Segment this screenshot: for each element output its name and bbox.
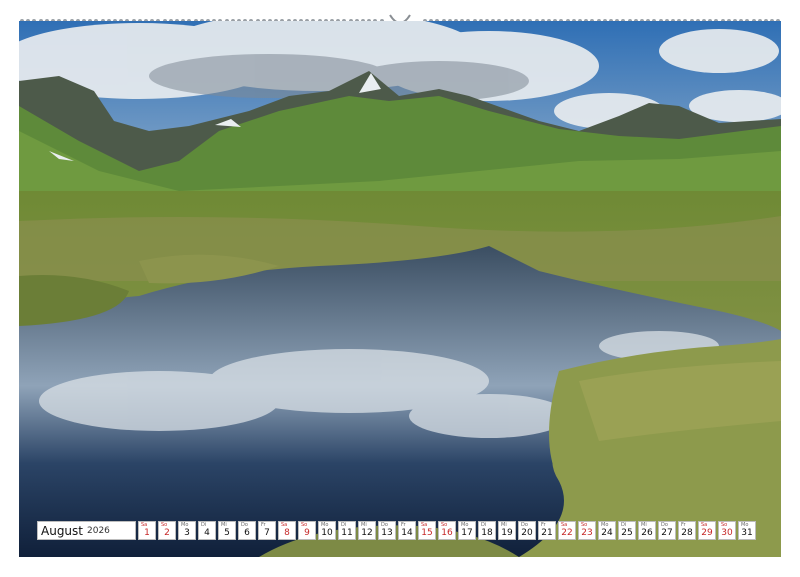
day-cells: Sa 1 So 2 Mo 3 Di 4 Mi 5 Do 6 Fr 7 Sa 8 So 9 Mo 10 Di 11 Mi 12 D… — [138, 521, 756, 540]
day-number: 2 — [164, 528, 170, 538]
day-number: 8 — [284, 528, 290, 538]
day-number: 9 — [304, 528, 310, 538]
day-cell: Do 20 — [518, 521, 536, 540]
day-number: 28 — [681, 528, 693, 538]
day-cell: Do 27 — [658, 521, 676, 540]
day-number: 14 — [401, 528, 413, 538]
day-cell: Fr 7 — [258, 521, 276, 540]
day-number: 22 — [561, 528, 573, 538]
day-number: 15 — [421, 528, 433, 538]
day-number: 26 — [641, 528, 653, 538]
day-number: 18 — [481, 528, 493, 538]
day-cell: Mi 26 — [638, 521, 656, 540]
day-cell: Di 18 — [478, 521, 496, 540]
day-cell: Do 13 — [378, 521, 396, 540]
day-cell: Sa 29 — [698, 521, 716, 540]
day-number: 4 — [204, 528, 210, 538]
day-cell: So 16 — [438, 521, 456, 540]
day-number: 11 — [341, 528, 353, 538]
day-cell: Fr 28 — [678, 521, 696, 540]
day-number: 24 — [601, 528, 613, 538]
day-cell: Mo 17 — [458, 521, 476, 540]
day-cell: Sa 1 — [138, 521, 156, 540]
month-calendar-bar: August 2026 Sa 1 So 2 Mo 3 Di 4 Mi 5 Do 6 Fr 7 Sa 8 So 9 M… — [37, 521, 763, 540]
day-number: 20 — [521, 528, 533, 538]
day-cell: Di 25 — [618, 521, 636, 540]
day-cell: So 2 — [158, 521, 176, 540]
day-number: 10 — [321, 528, 333, 538]
day-cell: Mi 12 — [358, 521, 376, 540]
day-number: 21 — [541, 528, 553, 538]
day-cell: So 9 — [298, 521, 316, 540]
alpine-lake-landscape — [19, 21, 781, 557]
day-number: 25 — [621, 528, 633, 538]
day-number: 19 — [501, 528, 513, 538]
day-number: 31 — [741, 528, 753, 538]
day-cell: Mi 5 — [218, 521, 236, 540]
day-number: 3 — [184, 528, 190, 538]
day-cell: Mo 3 — [178, 521, 196, 540]
day-cell: Di 11 — [338, 521, 356, 540]
day-cell: Mo 31 — [738, 521, 756, 540]
day-cell: Mo 10 — [318, 521, 336, 540]
day-cell: Sa 15 — [418, 521, 436, 540]
day-number: 23 — [581, 528, 593, 538]
day-number: 16 — [441, 528, 453, 538]
day-number: 29 — [701, 528, 713, 538]
day-cell: Fr 21 — [538, 521, 556, 540]
day-cell: Mo 24 — [598, 521, 616, 540]
day-cell: So 23 — [578, 521, 596, 540]
day-number: 13 — [381, 528, 393, 538]
month-label: August 2026 — [37, 521, 136, 540]
day-cell: Sa 8 — [278, 521, 296, 540]
day-number: 12 — [361, 528, 373, 538]
day-cell: Fr 14 — [398, 521, 416, 540]
day-number: 5 — [224, 528, 230, 538]
year-label: 2026 — [87, 525, 110, 536]
day-cell: Do 6 — [238, 521, 256, 540]
day-cell: So 30 — [718, 521, 736, 540]
day-number: 1 — [144, 528, 150, 538]
calendar-photo — [19, 21, 781, 557]
day-number: 30 — [721, 528, 733, 538]
day-cell: Mi 19 — [498, 521, 516, 540]
day-number: 17 — [461, 528, 473, 538]
month-name: August — [41, 523, 83, 538]
day-number: 7 — [264, 528, 270, 538]
day-cell: Sa 22 — [558, 521, 576, 540]
day-number: 6 — [244, 528, 250, 538]
day-cell: Di 4 — [198, 521, 216, 540]
day-number: 27 — [661, 528, 673, 538]
